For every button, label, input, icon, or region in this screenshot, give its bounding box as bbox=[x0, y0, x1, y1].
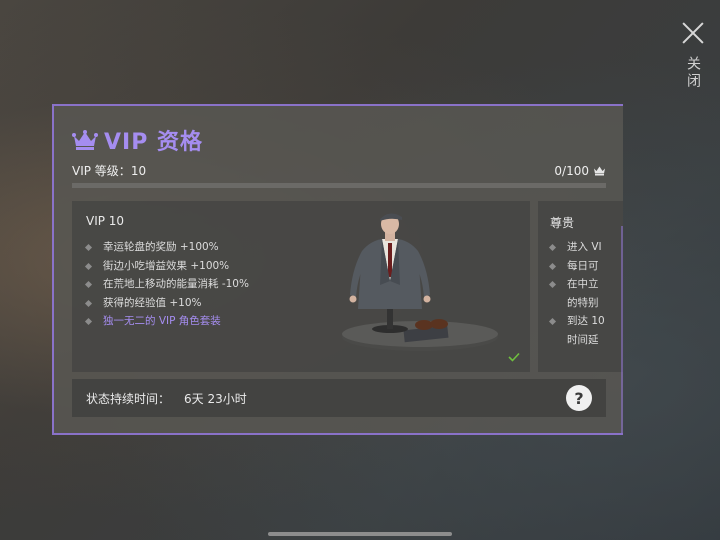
list-item: 到达 10 bbox=[548, 312, 623, 331]
vip-level-card[interactable]: VIP 10 幸运轮盘的奖励 +100% 街边小吃增益效果 +100% 在荒地上… bbox=[72, 201, 530, 372]
vip-outfit-image bbox=[342, 213, 498, 351]
bullet-icon bbox=[548, 262, 557, 270]
bullet-icon bbox=[84, 262, 93, 270]
vip-level-value: 10 bbox=[130, 164, 147, 178]
vip-level-row: VIP 等级：10 0/100 bbox=[72, 162, 606, 179]
close-label: 关闭 bbox=[685, 56, 701, 90]
benefit-list: 幸运轮盘的奖励 +100% 街边小吃增益效果 +100% 在荒地上移动的能量消耗… bbox=[84, 238, 249, 331]
question-icon: ? bbox=[574, 388, 584, 408]
list-item: 进入 VI bbox=[548, 238, 623, 257]
list-item: 街边小吃增益效果 +100% bbox=[84, 257, 249, 276]
list-item: 在中立 bbox=[548, 275, 623, 294]
list-item: 在荒地上移动的能量消耗 -10% bbox=[84, 275, 249, 294]
check-icon bbox=[508, 352, 520, 362]
crown-small-icon bbox=[594, 166, 605, 176]
vip-progress-text: 0/100 bbox=[554, 163, 589, 178]
vip-panel: VIP 资格 VIP 等级：10 0/100 VIP 10 幸运轮盘的奖励 +1… bbox=[52, 104, 623, 435]
panel-header: VIP 资格 bbox=[72, 124, 203, 156]
bullet-icon bbox=[84, 317, 93, 326]
duration-label: 状态持续时间： bbox=[86, 391, 171, 406]
duration-value: 6天 23小时 bbox=[184, 391, 247, 406]
bullet-icon bbox=[548, 317, 557, 326]
bullet-icon bbox=[548, 243, 557, 252]
noble-benefit-list: 进入 VI 每日可 在中立 的特别 到达 10 时间延 bbox=[548, 238, 623, 349]
close-button[interactable]: 关闭 bbox=[676, 18, 710, 92]
bullet-icon bbox=[84, 280, 93, 289]
help-button[interactable]: ? bbox=[566, 385, 592, 411]
bullet-icon bbox=[84, 243, 93, 252]
vip-card-title: VIP 10 bbox=[86, 214, 125, 228]
vip-progress-bar bbox=[72, 183, 606, 188]
home-indicator[interactable] bbox=[268, 532, 452, 536]
list-item-continued: 的特别 bbox=[567, 296, 599, 309]
noble-card-title: 尊贵 bbox=[550, 216, 575, 230]
list-item: 获得的经验值 +10% bbox=[84, 294, 249, 313]
bullet-icon bbox=[548, 280, 557, 289]
list-item-vip-outfit: 独一无二的 VIP 角色套装 bbox=[84, 312, 249, 331]
status-duration-bar: 状态持续时间： 6天 23小时 ? bbox=[72, 379, 606, 417]
list-item-continued: 时间延 bbox=[567, 333, 599, 346]
crown-icon bbox=[72, 130, 98, 150]
noble-card[interactable]: 尊贵 进入 VI 每日可 在中立 的特别 到达 10 时间延 bbox=[538, 201, 623, 372]
close-icon[interactable] bbox=[682, 22, 704, 44]
bullet-icon bbox=[84, 299, 93, 307]
list-item: 幸运轮盘的奖励 +100% bbox=[84, 238, 249, 257]
vip-level-label: VIP 等级： bbox=[72, 164, 131, 178]
list-item: 每日可 bbox=[548, 257, 623, 276]
page-title: VIP 资格 bbox=[104, 130, 203, 155]
